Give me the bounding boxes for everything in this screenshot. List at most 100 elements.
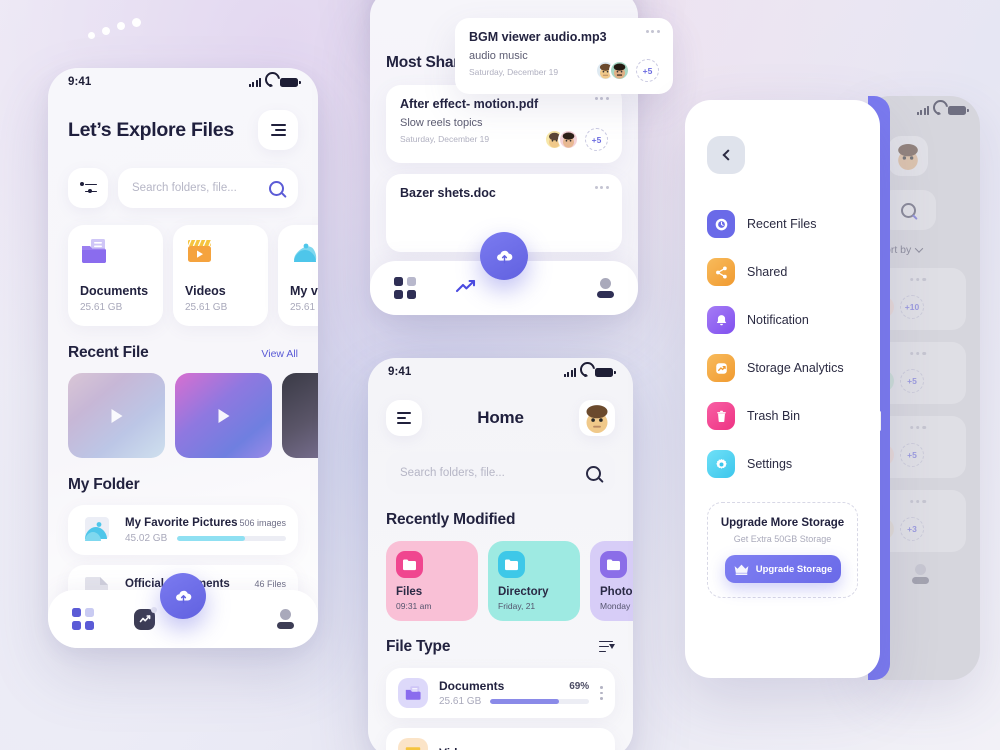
upload-cloud-icon	[175, 590, 191, 603]
sort-by-button[interactable]: Sort by	[878, 244, 966, 256]
avatar[interactable]	[579, 400, 615, 436]
extra-collaborators[interactable]: +5	[585, 128, 608, 151]
search-icon[interactable]	[269, 180, 284, 196]
folder-count: 506 images	[239, 517, 286, 528]
category-card-documents[interactable]: Documents 25.61 GB	[68, 225, 163, 326]
search-icon[interactable]	[900, 202, 916, 218]
card-date: Monday 0	[600, 601, 633, 611]
collaborator-avatars[interactable]: +5	[595, 59, 659, 82]
tab-analytics[interactable]	[134, 606, 158, 630]
more-horizontal-icon[interactable]	[910, 352, 926, 356]
view-all-link[interactable]: View All	[261, 348, 298, 360]
filter-button[interactable]	[68, 168, 108, 208]
upload-cloud-icon	[496, 250, 512, 263]
table-row[interactable]: Vid	[386, 728, 615, 750]
share-icon	[707, 258, 735, 286]
modified-card-photo[interactable]: Photo Monday 0	[590, 541, 633, 621]
more-horizontal-icon[interactable]	[594, 186, 609, 190]
status-bar: 9:41	[48, 68, 318, 96]
hamburger-icon	[397, 412, 411, 424]
list-item[interactable]: My Favorite Pictures 506 images 45.02 GB	[68, 505, 298, 555]
tab-profile[interactable]	[596, 278, 614, 298]
extra-collaborators[interactable]: +5	[900, 443, 924, 467]
category-name: My vid	[290, 284, 318, 298]
avatar	[558, 129, 579, 150]
drawer-item-storage-analytics[interactable]: Storage Analytics	[707, 354, 858, 382]
wifi-icon	[265, 78, 276, 87]
category-card-videos[interactable]: Videos 25.61 GB	[173, 225, 268, 326]
shared-file-card[interactable]: After effect- motion.pdf Slow reels topi…	[386, 85, 622, 163]
modified-card-directory[interactable]: Directory Friday, 21	[488, 541, 580, 621]
table-row[interactable]: Documents 69% 25.61 GB	[386, 668, 615, 718]
progress-bar	[490, 699, 590, 704]
card-name: Files	[396, 586, 423, 598]
upload-fab[interactable]	[480, 232, 528, 280]
drawer-item-notification[interactable]: Notification	[707, 306, 858, 334]
drawer-item-recent-files[interactable]: Recent Files	[707, 210, 858, 238]
file-title: After effect- motion.pdf	[400, 97, 539, 111]
search-input[interactable]: Search folders, file...	[118, 168, 298, 208]
section-title: File Type	[386, 638, 451, 655]
recent-thumb[interactable]	[68, 373, 165, 458]
search-icon[interactable]	[586, 465, 601, 481]
analytics-icon	[707, 354, 735, 382]
tab-grid[interactable]	[394, 277, 416, 299]
category-list: Documents 25.61 GB Videos 25.61 GB My v …	[68, 225, 318, 326]
file-type-name: Documents	[439, 679, 505, 693]
extra-collaborators[interactable]: +5	[900, 369, 924, 393]
crown-icon	[734, 564, 749, 575]
phone-explore-files: 9:41 Let’s Explore Files Search folders,	[48, 68, 318, 648]
recently-modified-list: Files 09:31 am Directory Friday, 21 Phot…	[386, 541, 633, 621]
filter-icon	[79, 181, 97, 195]
more-horizontal-icon[interactable]	[910, 278, 926, 282]
progress-bar	[177, 535, 286, 541]
tab-profile[interactable]	[276, 609, 294, 629]
more-horizontal-icon[interactable]	[594, 97, 609, 101]
search-input[interactable]: Search folders, file...	[386, 452, 615, 494]
featured-audio-card[interactable]: BGM viewer audio.mp3 audio music Saturda…	[455, 18, 673, 94]
analytics-icon	[139, 614, 151, 622]
more-horizontal-icon[interactable]	[645, 30, 660, 34]
kebab-icon[interactable]	[600, 686, 603, 700]
tab-trend[interactable]	[455, 278, 477, 299]
bell-icon	[707, 306, 735, 334]
folder-count: 46 Files	[254, 578, 286, 589]
drawer-item-shared[interactable]: Shared	[707, 258, 858, 286]
battery-icon	[595, 367, 616, 377]
more-horizontal-icon[interactable]	[910, 426, 926, 430]
status-time: 9:41	[68, 76, 92, 88]
recently-modified-title: Recently Modified	[386, 511, 516, 528]
back-button[interactable]	[707, 136, 745, 174]
category-size: 25.61 GB	[185, 302, 228, 313]
navigation-drawer: Recent Files Shared Notification Storage…	[685, 100, 880, 678]
card-name: Directory	[498, 586, 549, 598]
folder-size: 45.02 GB	[125, 532, 168, 544]
phone-home: 9:41 Home Search folders, file... Recent…	[368, 358, 633, 750]
drawer-item-label: Shared	[747, 265, 788, 279]
upload-fab[interactable]	[160, 573, 206, 619]
collaborator-avatars[interactable]: +5	[544, 128, 608, 151]
tab-grid[interactable]	[72, 608, 94, 630]
upgrade-storage-button[interactable]: Upgrade Storage	[724, 555, 841, 583]
my-folder-title: My Folder	[68, 476, 140, 493]
upgrade-storage-promo: Upgrade More Storage Get Extra 50GB Stor…	[707, 502, 858, 598]
upgrade-subtitle: Get Extra 50GB Storage	[733, 534, 832, 544]
recent-thumb[interactable]	[282, 373, 318, 458]
modified-card-files[interactable]: Files 09:31 am	[386, 541, 478, 621]
sort-descending-icon[interactable]	[599, 640, 615, 654]
extra-collaborators[interactable]: +5	[636, 59, 659, 82]
folder-icon	[600, 551, 627, 578]
recent-file-header: Recent File View All	[68, 344, 298, 362]
avatar[interactable]	[888, 136, 928, 176]
menu-button[interactable]	[386, 400, 422, 436]
menu-button[interactable]	[258, 110, 298, 150]
category-card-my-videos[interactable]: My vid 25.61 G	[278, 225, 318, 326]
recent-thumb[interactable]	[175, 373, 272, 458]
extra-collaborators[interactable]: +3	[900, 517, 924, 541]
extra-collaborators[interactable]: +10	[900, 295, 924, 319]
battery-icon	[280, 77, 301, 87]
image-icon	[85, 517, 109, 541]
drawer-item-trash-bin[interactable]: Trash Bin	[707, 402, 858, 430]
more-horizontal-icon[interactable]	[910, 500, 926, 504]
drawer-item-settings[interactable]: Settings	[707, 450, 858, 478]
